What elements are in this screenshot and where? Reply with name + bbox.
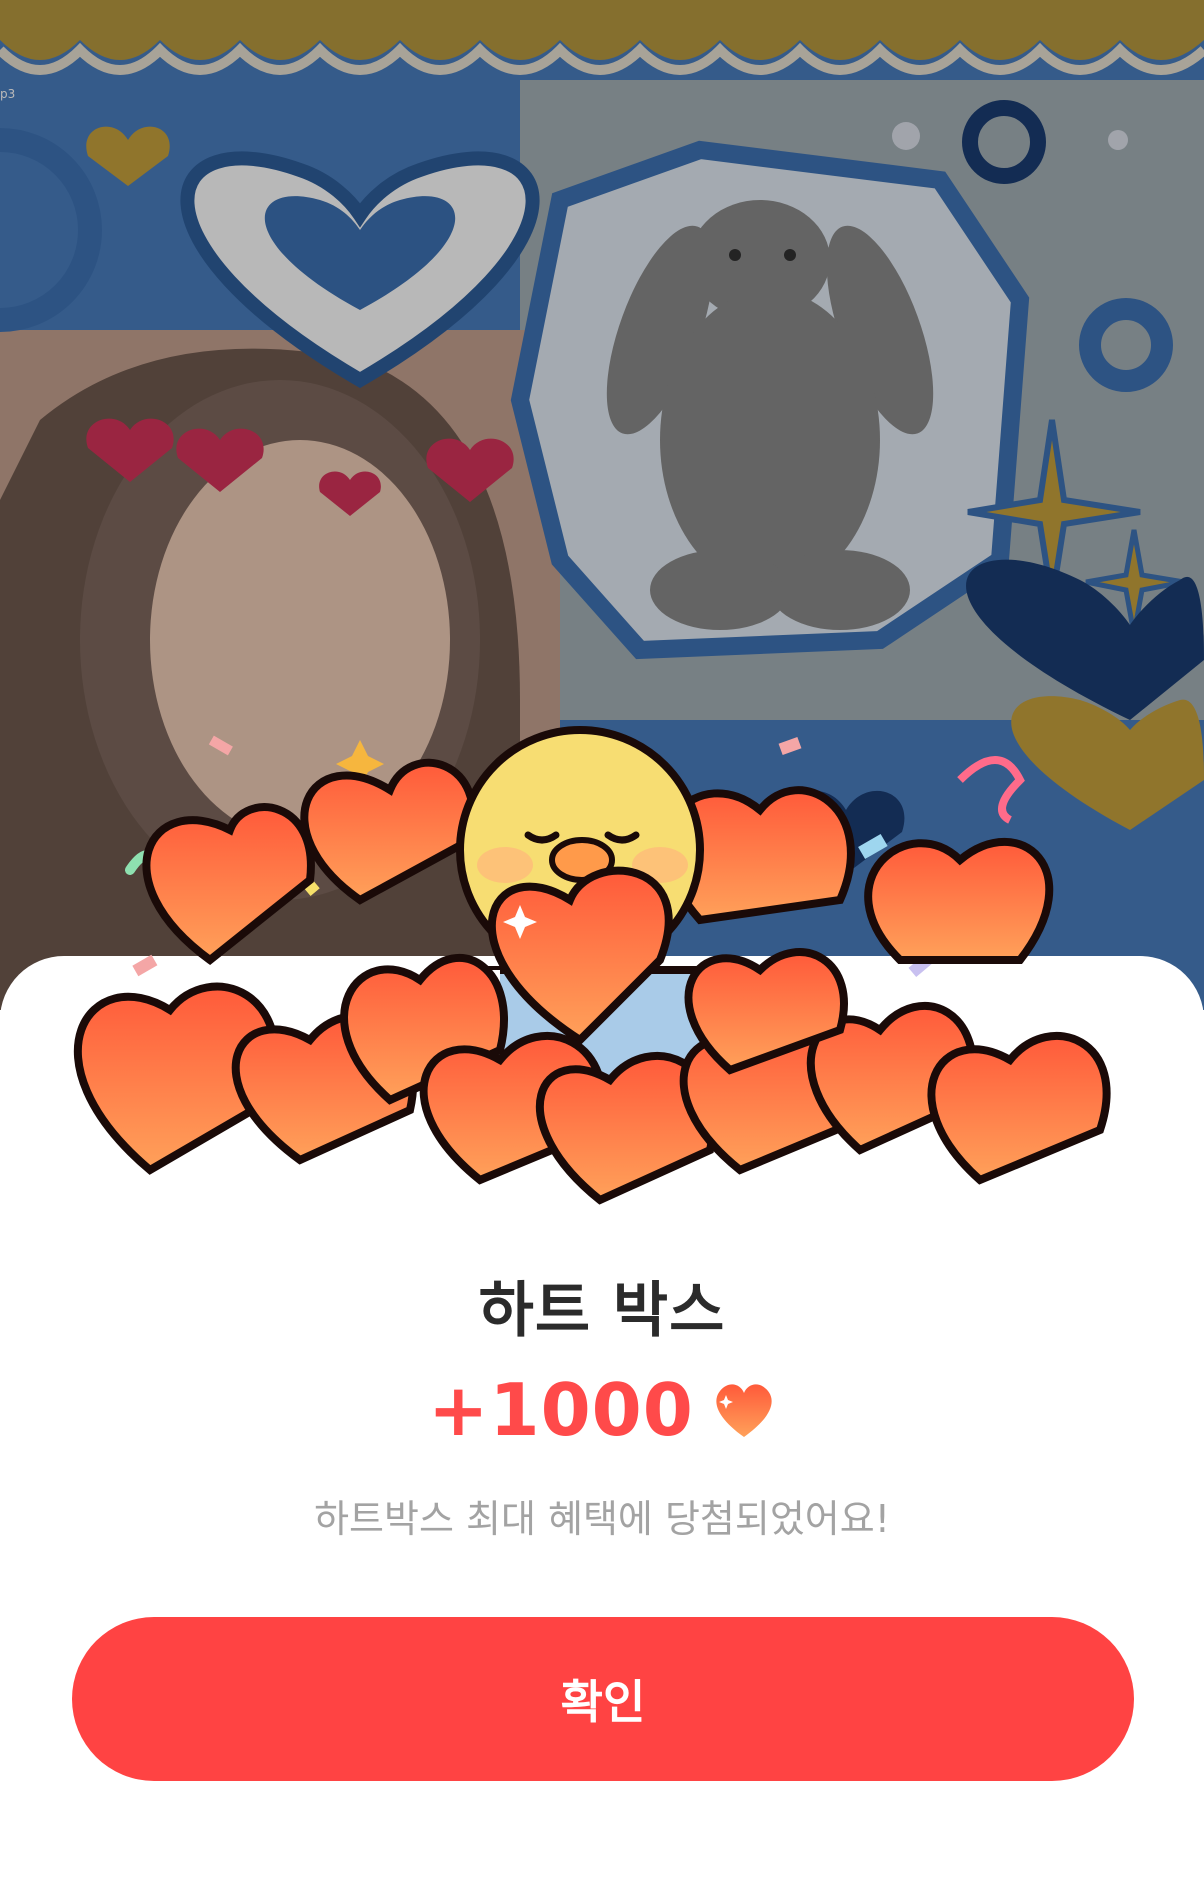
popup-title: 하트 박스 [478,1276,726,1346]
heart-icon [716,1384,772,1437]
reward-row: +1000 [0,1368,1204,1452]
heart-box-illustration [73,726,1111,1205]
confirm-button[interactable]: 확인 [72,1617,1134,1781]
reward-amount: +1000 [428,1368,694,1452]
reward-message: 하트박스 최대 혜택에 당첨되었어요! [314,1497,890,1541]
